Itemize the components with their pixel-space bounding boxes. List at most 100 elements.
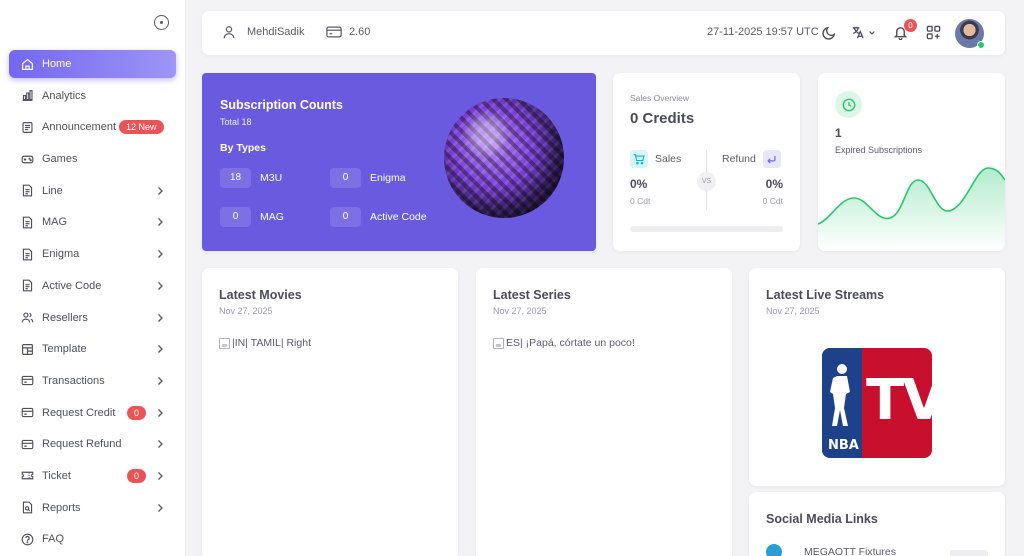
type-count: 0 — [330, 207, 361, 227]
refund-icon — [762, 150, 781, 168]
sidebar-item-label: Games — [42, 153, 78, 166]
topbar: MehdiSadik 2.60 27-11-2025 19:57 UTC 0 — [202, 11, 1005, 55]
help-icon — [21, 533, 34, 546]
sidebar-item-enigma[interactable]: Enigma — [9, 240, 176, 268]
sidebar-item-active-code[interactable]: Active Code — [9, 272, 176, 300]
movie-title: |IN| TAMIL| Right — [232, 337, 311, 349]
type-label: Active Code — [370, 211, 427, 223]
datetime: 27-11-2025 19:57 UTC — [707, 26, 819, 38]
theme-toggle-icon[interactable] — [822, 25, 837, 40]
sidebar-item-label: Template — [42, 343, 87, 356]
broken-image-icon — [493, 337, 504, 349]
vs-badge: VS — [697, 172, 716, 191]
type-active-code: 0 Active Code — [330, 207, 427, 227]
type-count: 0 — [220, 207, 251, 227]
report-icon — [21, 501, 34, 514]
card-date: Nov 27, 2025 — [766, 306, 820, 316]
social-link-item[interactable]: MEGAOTT Fixtures — [766, 544, 896, 556]
chevron-right-icon — [154, 375, 166, 387]
latest-series-card: Latest Series Nov 27, 2025 ES| ¡Papá, có… — [476, 268, 732, 556]
nba-tv-logo[interactable]: NBA TV — [822, 348, 932, 458]
sidebar-item-label: Reports — [42, 501, 81, 514]
language-icon[interactable] — [850, 25, 878, 40]
sidebar-item-mag[interactable]: MAG — [9, 208, 176, 236]
sidebar-item-announcement[interactable]: Announcement 12 New — [9, 113, 176, 141]
expired-trend-sparkline — [818, 167, 1005, 251]
sidebar-item-reports[interactable]: Reports — [9, 494, 176, 522]
chevron-right-icon — [154, 185, 166, 197]
refund-section: Refund — [722, 150, 781, 168]
gamepad-icon — [21, 153, 34, 166]
chevron-right-icon — [154, 502, 166, 514]
chart-icon — [21, 89, 34, 102]
sidebar-item-badge: 12 New — [119, 120, 164, 135]
sidebar-item-label: Request Refund — [42, 438, 122, 451]
expired-count: 1 — [835, 126, 842, 140]
series-title: ES| ¡Papá, córtate un poco! — [506, 337, 635, 349]
expired-subscriptions-card: 1 Expired Subscriptions — [818, 73, 1005, 251]
sidebar-item-ticket[interactable]: Ticket 0 — [9, 462, 176, 490]
telegram-icon — [766, 544, 782, 556]
type-label: Enigma — [370, 172, 406, 184]
sidebar-item-analytics[interactable]: Analytics — [9, 82, 176, 110]
broken-image-icon — [219, 337, 230, 349]
sidebar-item-games[interactable]: Games — [9, 145, 176, 173]
sidebar-item-resellers[interactable]: Resellers — [9, 304, 176, 332]
sidebar-item-line[interactable]: Line — [9, 177, 176, 205]
type-mag: 0 MAG — [220, 207, 284, 227]
sidebar-item-label: Announcement — [42, 121, 116, 134]
sidebar-item-label: FAQ — [42, 533, 65, 546]
chevron-right-icon — [154, 312, 166, 324]
sidebar-item-label: Active Code — [42, 279, 102, 292]
sidebar-item-label: Ticket — [42, 469, 71, 482]
sidebar-item-request-refund[interactable]: Request Refund — [9, 430, 176, 458]
notification-badge: 0 — [904, 19, 917, 32]
credit-balance: 2.60 — [349, 26, 371, 38]
sidebar-nav: Home Analytics Announcement 12 New Games Line… — [9, 50, 176, 556]
sidebar-item-template[interactable]: Template — [9, 335, 176, 363]
sidebar-item-label: Transactions — [42, 374, 105, 387]
series-item[interactable]: ES| ¡Papá, córtate un poco! — [493, 337, 635, 349]
sidebar-item-badge: 0 — [127, 405, 147, 420]
card-date: Nov 27, 2025 — [493, 306, 547, 316]
card-title: Latest Movies — [219, 288, 302, 302]
card-date: Nov 27, 2025 — [219, 306, 273, 316]
subscription-counts-card: Subscription Counts Total 18 By Types 18… — [202, 73, 596, 251]
users-icon — [21, 311, 34, 324]
sidebar-item-label: Request Credit — [42, 406, 116, 419]
chevron-right-icon — [154, 470, 166, 482]
sales-section: Sales — [630, 150, 681, 168]
sidebar-item-request-credit[interactable]: Request Credit 0 — [9, 399, 176, 427]
sidebar-item-faq[interactable]: FAQ — [9, 525, 176, 553]
subscription-title: Subscription Counts — [220, 98, 343, 112]
user-info[interactable]: MehdiSadik — [222, 25, 304, 39]
type-m3u: 18 M3U — [220, 168, 282, 188]
sidebar-item-badge: 0 — [127, 468, 147, 483]
movie-item[interactable]: |IN| TAMIL| Right — [219, 337, 311, 349]
chevron-right-icon — [154, 407, 166, 419]
card-title: Latest Live Streams — [766, 288, 885, 302]
clock-icon — [835, 91, 862, 118]
by-types-label: By Types — [220, 142, 266, 154]
sidebar-toggle-icon[interactable] — [154, 15, 169, 30]
online-status-dot — [977, 41, 985, 49]
type-count: 18 — [220, 168, 251, 188]
social-link-button[interactable] — [950, 550, 988, 556]
apps-icon[interactable] — [926, 25, 941, 40]
file-icon — [21, 184, 34, 197]
chevron-right-icon — [154, 438, 166, 450]
type-label: M3U — [260, 172, 283, 184]
sidebar-item-home[interactable]: Home — [9, 50, 176, 78]
expired-label: Expired Subscriptions — [835, 145, 923, 155]
chevron-right-icon — [154, 248, 166, 260]
file-icon — [21, 279, 34, 292]
latest-movies-card: Latest Movies Nov 27, 2025 |IN| TAMIL| R… — [202, 268, 458, 556]
wallet-icon — [326, 26, 342, 38]
sidebar-item-transactions[interactable]: Transactions — [9, 367, 176, 395]
refund-percent: 0% — [765, 177, 783, 191]
ticket-icon — [21, 469, 34, 482]
sidebar: Home Analytics Announcement 12 New Games Line… — [0, 0, 186, 556]
nba-tv-text: TV — [866, 368, 932, 433]
document-icon — [21, 121, 34, 134]
chevron-right-icon — [154, 216, 166, 228]
